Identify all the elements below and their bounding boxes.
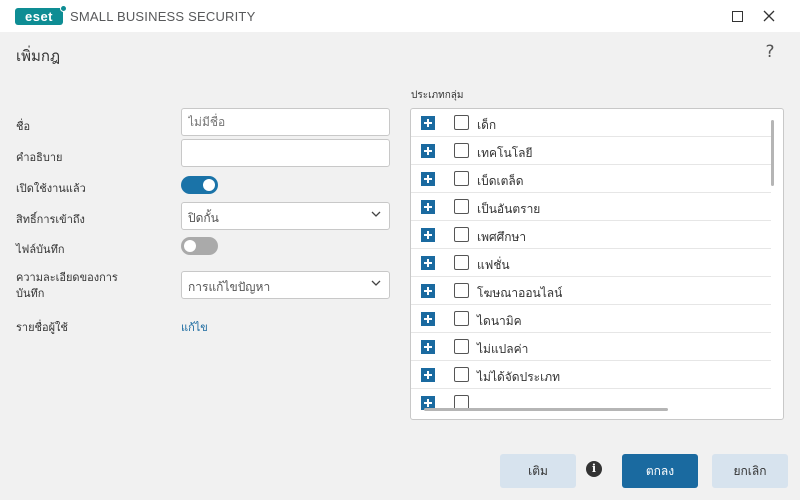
category-label: ไม่แปลค่า [477, 342, 529, 356]
expand-icon[interactable] [421, 312, 435, 326]
category-label: เทคโนโลยี [477, 146, 533, 160]
page-title: เพิ่มกฎ [16, 47, 61, 65]
list-item[interactable]: เบ็ดเตล็ด [411, 165, 771, 193]
chevron-down-icon [371, 211, 381, 217]
close-button[interactable] [755, 4, 783, 28]
category-label: เบ็ดเตล็ด [477, 174, 524, 188]
verbosity-select[interactable]: การแก้ไขปัญหา [181, 271, 390, 299]
title-bar: eset SMALL BUSINESS SECURITY [0, 0, 800, 32]
list-item[interactable]: เพศศึกษา [411, 221, 771, 249]
enabled-toggle[interactable] [181, 176, 218, 194]
expand-icon[interactable] [421, 284, 435, 298]
help-button[interactable]: ? [760, 42, 780, 64]
category-checkbox[interactable] [454, 143, 469, 158]
maximize-button[interactable] [723, 4, 751, 28]
category-checkbox[interactable] [454, 311, 469, 326]
category-label: เพศศึกษา [477, 230, 527, 244]
list-item[interactable] [411, 389, 771, 417]
access-select[interactable]: ปิดกั้น [181, 202, 390, 230]
expand-icon[interactable] [421, 368, 435, 382]
expand-icon[interactable] [421, 144, 435, 158]
ok-button[interactable]: ตกลง [622, 454, 698, 488]
category-checkbox[interactable] [454, 171, 469, 186]
list-item[interactable]: แฟชั่น [411, 249, 771, 277]
expand-icon[interactable] [421, 200, 435, 214]
logging-label: ไฟล์บันทึก [16, 243, 65, 256]
vertical-scrollbar[interactable] [771, 120, 774, 186]
list-item[interactable]: เด็ก [411, 109, 771, 137]
eset-logo: eset [15, 5, 67, 25]
cancel-button[interactable]: ยกเลิก [712, 454, 788, 488]
expand-icon[interactable] [421, 228, 435, 242]
category-label: ไดนามิค [477, 314, 522, 328]
maximize-icon [731, 10, 743, 22]
category-group-label: ประเภทกลุ่ม [411, 90, 464, 101]
name-label: ชื่อ [16, 120, 31, 133]
category-label: ไม่ได้จัดประเภท [477, 370, 561, 384]
expand-icon[interactable] [421, 340, 435, 354]
list-item[interactable]: โฆษณาออนไลน์ [411, 277, 771, 305]
horizontal-scrollbar[interactable] [424, 408, 668, 411]
category-label: โฆษณาออนไลน์ [477, 286, 563, 300]
list-item[interactable]: ไม่แปลค่า [411, 333, 771, 361]
list-item[interactable]: ไดนามิค [411, 305, 771, 333]
logo-text: eset [24, 9, 54, 24]
edit-users-link[interactable]: แก้ไข [181, 318, 208, 336]
access-value: ปิดกั้น [188, 211, 219, 225]
logging-toggle[interactable] [181, 237, 218, 255]
toggle-knob [184, 240, 196, 252]
name-input[interactable] [181, 108, 390, 136]
category-checkbox[interactable] [454, 283, 469, 298]
category-checkbox[interactable] [454, 115, 469, 130]
expand-icon[interactable] [421, 116, 435, 130]
list-item[interactable]: เป็นอันตราย [411, 193, 771, 221]
add-button[interactable]: เติม [500, 454, 576, 488]
category-label: เด็ก [477, 118, 497, 132]
category-checkbox[interactable] [454, 367, 469, 382]
enabled-label: เปิดใช้งานแล้ว [16, 182, 86, 195]
chevron-down-icon [371, 280, 381, 286]
access-label: สิทธิ์การเข้าถึง [16, 213, 85, 226]
list-item[interactable]: เทคโนโลยี [411, 137, 771, 165]
category-checkbox[interactable] [454, 255, 469, 270]
expand-icon[interactable] [421, 172, 435, 186]
verbosity-label: ความละเอียดของการ บันทึก [16, 271, 118, 300]
category-label: เป็นอันตราย [477, 202, 541, 216]
users-label: รายชื่อผู้ใช้ [16, 321, 68, 334]
category-list[interactable]: เด็ก เทคโนโลยี เบ็ดเตล็ด เป็นอันตราย เพศ… [410, 108, 784, 420]
info-icon[interactable]: i [586, 461, 602, 477]
list-item[interactable]: ไม่ได้จัดประเภท [411, 361, 771, 389]
logo-dot [60, 5, 67, 12]
category-checkbox[interactable] [454, 339, 469, 354]
category-checkbox[interactable] [454, 199, 469, 214]
description-label: คำอธิบาย [16, 151, 63, 164]
category-label: แฟชั่น [477, 258, 510, 272]
expand-icon[interactable] [421, 256, 435, 270]
category-checkbox[interactable] [454, 227, 469, 242]
close-icon [763, 10, 775, 22]
toggle-knob [203, 179, 215, 191]
description-input[interactable] [181, 139, 390, 167]
verbosity-value: การแก้ไขปัญหา [188, 280, 271, 294]
app-title: SMALL BUSINESS SECURITY [70, 9, 256, 24]
